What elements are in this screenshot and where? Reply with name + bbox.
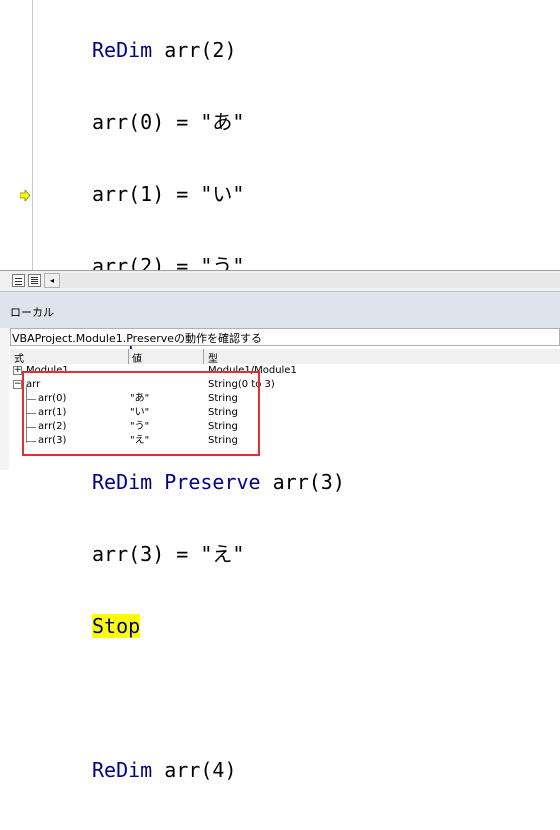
editor-status-bar: ◂ [0, 270, 560, 291]
scroll-left-button[interactable]: ◂ [44, 273, 60, 288]
code-line[interactable]: ReDim Preserve arr(3) [92, 470, 345, 494]
code-keyword: ReDim Preserve [92, 470, 261, 494]
column-header-expression[interactable]: 式 [14, 350, 24, 365]
code-text-segment: arr(1) = "い" [92, 182, 245, 206]
code-text-segment: arr(3) = "え" [92, 542, 245, 566]
code-text-segment: arr(2) [152, 38, 237, 62]
locals-window-title: ローカル [10, 306, 54, 319]
code-line[interactable]: arr(1) = "い" [92, 182, 345, 206]
current-statement-highlight: Stop [92, 614, 141, 638]
horizontal-scrollbar[interactable] [61, 273, 560, 288]
code-line[interactable]: arr(3) = "え" [92, 542, 345, 566]
locals-column-header: 式 値 型 [10, 349, 560, 365]
code-line[interactable]: ReDim arr(2) [92, 38, 345, 62]
context-label: VBAProject.Module1.Preserveの動作を確認する [12, 332, 263, 345]
annotation-highlight-box [22, 371, 260, 456]
margin-indicator-bar[interactable] [0, 0, 33, 270]
code-editor[interactable]: ReDim arr(2) arr(0) = "あ" arr(1) = "い" a… [0, 0, 560, 782]
code-text-segment: arr(4) [152, 758, 237, 782]
current-line-arrow-icon [20, 190, 31, 201]
code-line[interactable]: ReDim arr(4) [92, 758, 345, 782]
code-keyword: ReDim [92, 38, 153, 62]
code-text-segment: arr(0) = "あ" [92, 110, 245, 134]
procedure-view-icon[interactable] [12, 274, 25, 287]
locals-window-title-bar[interactable]: ローカル [0, 291, 560, 328]
code-line[interactable]: arr(0) = "あ" [92, 110, 345, 134]
expand-icon[interactable]: + [13, 366, 22, 375]
code-keyword: ReDim [92, 758, 153, 782]
collapse-icon[interactable]: − [13, 380, 22, 389]
column-header-type[interactable]: 型 [208, 350, 218, 365]
column-divider[interactable] [128, 349, 129, 364]
column-divider[interactable] [203, 349, 204, 364]
column-header-value[interactable]: 値 [132, 350, 142, 365]
locals-context-field: VBAProject.Module1.Preserveの動作を確認する [10, 328, 560, 346]
code-text-segment: arr(3) [260, 470, 345, 494]
code-line-current[interactable]: Stop [92, 614, 345, 638]
full-module-view-icon[interactable] [28, 274, 41, 287]
code-line-blank[interactable] [92, 686, 345, 710]
